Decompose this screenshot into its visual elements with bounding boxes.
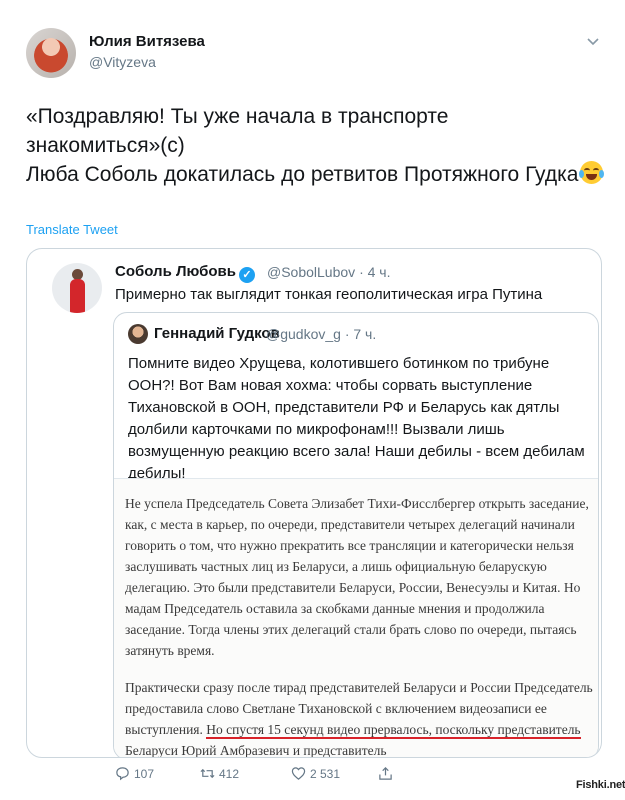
share-icon (379, 767, 392, 780)
attached-document-image[interactable]: Не успела Председатель Совета Элизабет Т… (114, 478, 598, 758)
reply-count: 107 (134, 766, 155, 781)
reply-button[interactable]: 107 (115, 766, 154, 781)
chevron-down-icon[interactable] (586, 34, 600, 48)
quoted-tweet[interactable]: Соболь Любовь ✓ @SobolLubov · 4 ч. Пример… (26, 248, 602, 758)
tweet-line-2: Люба Соболь докатилась до ретвитов Протя… (26, 160, 606, 189)
tweet-actions: 107 412 2 531 (0, 760, 625, 790)
translate-tweet-link[interactable]: Translate Tweet (26, 222, 118, 237)
nested-author-name: Геннадий Гудков (154, 325, 280, 342)
like-button[interactable]: 2 531 (291, 766, 340, 781)
quoted-tweet-text: Примерно так выглядит тонкая геополитиче… (115, 286, 543, 303)
watermark-logo: Fishki.net (576, 779, 625, 791)
reply-icon (116, 767, 129, 781)
retweet-icon (200, 768, 215, 779)
like-count: 2 531 (310, 766, 341, 781)
retweet-count: 412 (219, 766, 240, 781)
author-avatar[interactable] (26, 28, 76, 78)
document-paragraph-1: Не успела Председатель Совета Элизабет Т… (125, 496, 589, 658)
nested-tweet-text: Помните видео Хрущева, колотившего ботин… (128, 355, 585, 482)
tweet-text: «Поздравляю! Ты уже начала в транспорте … (26, 102, 606, 189)
author-handle[interactable]: @Vityzeva (89, 54, 156, 70)
laughing-emoji-icon (579, 161, 605, 184)
quoted-author-avatar (52, 263, 102, 313)
tweet-card: Юлия Витязева @Vityzeva «Поздравляю! Ты … (0, 0, 625, 800)
heart-icon (291, 767, 306, 780)
verified-badge-icon: ✓ (238, 267, 255, 283)
quoted-author-name: Соболь Любовь ✓ (115, 263, 255, 283)
tweet-line-1: «Поздравляю! Ты уже начала в транспорте … (26, 105, 449, 157)
author-name[interactable]: Юлия Витязева (89, 33, 205, 50)
document-paragraph-2: Практически сразу после тирад представит… (125, 680, 593, 758)
nested-quoted-tweet[interactable]: Геннадий Гудков @gudkov_g · 7 ч. Помните… (113, 312, 599, 758)
nested-author-meta: @gudkov_g · 7 ч. (266, 326, 377, 342)
share-button[interactable] (378, 766, 393, 781)
quoted-author-meta: @SobolLubov · 4 ч. (267, 264, 391, 280)
nested-author-avatar (128, 324, 148, 344)
retweet-button[interactable]: 412 (200, 766, 239, 781)
